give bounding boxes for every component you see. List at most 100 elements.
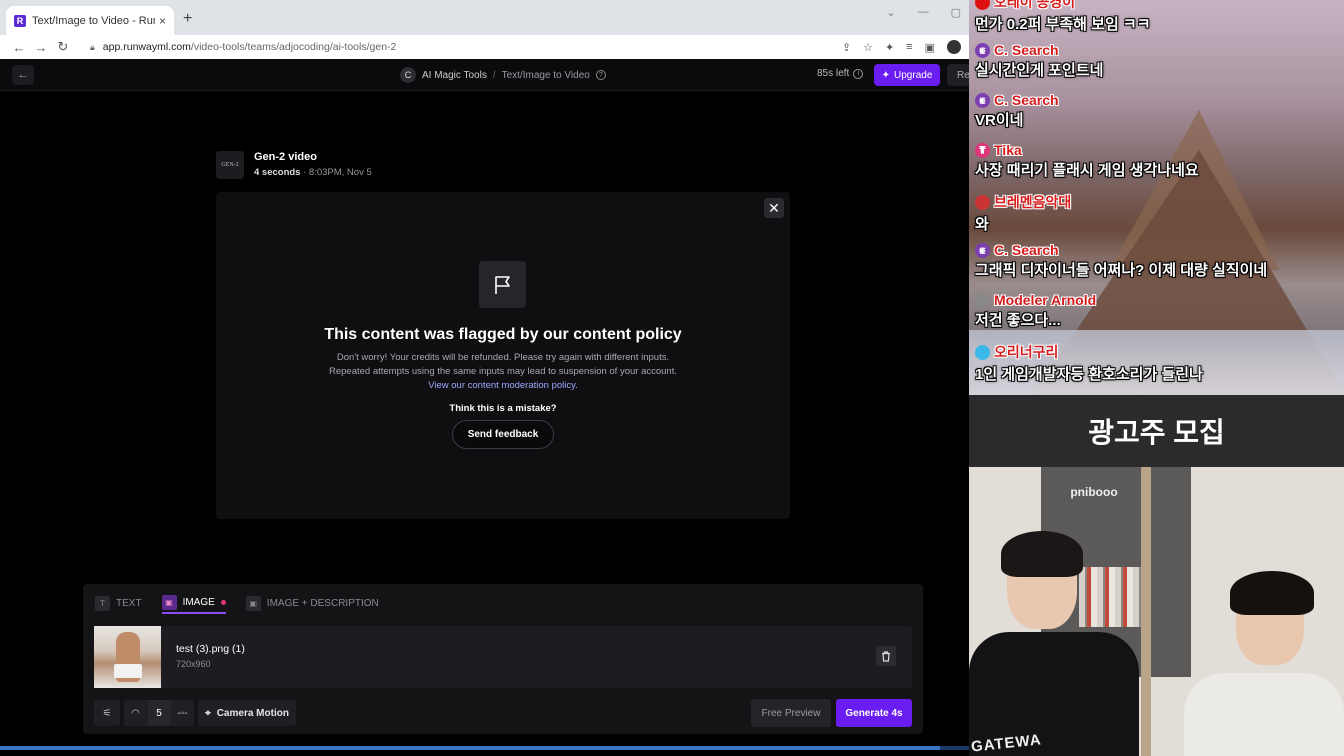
playlist-icon[interactable]: ≡ (906, 41, 912, 53)
profile-avatar[interactable] (947, 40, 961, 54)
tab-image-label: IMAGE (182, 596, 215, 608)
motion-value[interactable]: 5 (147, 700, 171, 726)
crumb-separator: / (492, 69, 496, 81)
address-bar[interactable]: 🔒︎ app.runwayml.com/video-tools/teams/ad… (90, 41, 842, 53)
tab-image-description-label: IMAGE + DESCRIPTION (266, 597, 379, 609)
maximize-icon[interactable]: ▢ (951, 6, 961, 19)
chat-message: 브레멘음악대 와 (975, 192, 1071, 234)
forward-arrow-icon[interactable]: → (30, 40, 52, 55)
tab-strip: R Text/Image to Video - Runway × + ⌄ — ▢ (0, 0, 969, 35)
browser-toolbar: ← → ↻ 🔒︎ app.runwayml.com/video-tools/te… (0, 35, 969, 59)
image-mode-icon: ▣ (161, 594, 177, 610)
moderation-policy-link[interactable]: View our content moderation policy. (428, 380, 578, 391)
url-path: /video-tools/teams/adjocoding/ai-tools/g… (190, 41, 397, 53)
flagged-content-card: ✕ This content was flagged by our conten… (216, 192, 790, 519)
share-icon[interactable]: ⇪ (842, 41, 851, 54)
settings-sliders-button[interactable]: ⚟ (94, 700, 120, 726)
upgrade-label: Upgrade (894, 69, 933, 81)
chat-username-text: 브레멘음악대 (994, 194, 1072, 210)
send-feedback-button[interactable]: Send feedback (452, 420, 554, 449)
streamer-left (969, 531, 1139, 756)
close-icon[interactable]: ✕ (764, 198, 784, 218)
video-progress-bar[interactable] (0, 746, 969, 750)
camera-motion-icon: ⌖ (205, 707, 211, 719)
chat-text: 저건 좋으다... (975, 312, 1061, 329)
webcam-feed: pnibooo GATEWA (969, 467, 1344, 756)
delete-image-button[interactable] (876, 646, 896, 666)
upgrade-button[interactable]: ✦ Upgrade (874, 64, 940, 86)
chat-text: 사장 때리기 플래시 게임 생각나네요 (975, 162, 1199, 179)
chat-message: T Tika 사장 때리기 플래시 게임 생각나네요 (975, 142, 1199, 180)
new-tab-icon[interactable]: + (183, 10, 192, 28)
flag-body-text: Don't worry! Your credits will be refund… (328, 352, 677, 377)
extensions-icon[interactable]: ✦ (885, 41, 894, 54)
chat-avatar (975, 344, 990, 360)
ad-banner: 광고주 모집 (969, 395, 1344, 467)
chat-username-text: 오레이 공경이 (994, 0, 1076, 10)
streamer-right-body (1184, 673, 1344, 756)
streamer-left-hair (1001, 531, 1083, 577)
camera-motion-button[interactable]: ⌖ Camera Motion (198, 700, 296, 726)
credits-left: 85s left i (817, 68, 864, 79)
flag-message: Don't worry! Your credits will be refund… (323, 351, 683, 393)
url-text: app.runwayml.com/video-tools/teams/adjoc… (103, 41, 397, 53)
help-icon[interactable]: ? (595, 70, 606, 80)
chat-text: VR이네 (975, 112, 1024, 129)
star-icon[interactable]: ☆ (863, 41, 873, 54)
app-back-button[interactable]: ← (12, 65, 34, 85)
generation-subtitle: 4 seconds · 8:03PM, Nov 5 (254, 167, 372, 178)
chat-avatar: c (975, 242, 990, 258)
mistake-prompt: Think this is a mistake? (449, 403, 557, 414)
tab-title: Text/Image to Video - Runway (32, 14, 155, 27)
chat-username: c C. Search (975, 42, 1103, 58)
credits-text: 85s left (817, 68, 850, 79)
chat-text: 먼가 0.2퍼 부족해 보임 ㅋㅋ (975, 16, 1151, 33)
sliders-icon: ⚟ (102, 707, 112, 719)
active-indicator-dot (220, 599, 226, 605)
sparkle-icon: ✦ (881, 69, 891, 81)
mode-tabs: T TEXT ▣ IMAGE ▣ IMAGE + DESCRIPTION (95, 592, 379, 614)
chevron-down-icon[interactable]: ⌄ (886, 6, 895, 19)
chat-avatar: c (975, 42, 990, 58)
sidepanel-icon[interactable]: ▣ (925, 41, 935, 54)
thumbnail-shorts (114, 664, 142, 678)
chat-message: c C. Search VR이네 (975, 92, 1059, 130)
shelf-bracket (1141, 467, 1151, 756)
uploaded-image-row: test (3).png (1) 720x960 (94, 626, 912, 688)
chat-message: Modeler Arnold 저건 좋으다... (975, 292, 1096, 330)
motion-gauge-icon[interactable]: ◠ (124, 708, 147, 719)
chat-username-text: C. Search (994, 242, 1059, 258)
image-description-mode-icon: ▣ (245, 595, 261, 611)
camera-motion-label: Camera Motion (216, 707, 289, 719)
streamer-right (1184, 571, 1344, 756)
app-header: ← C AI Magic Tools / Text/Image to Video… (0, 59, 977, 91)
free-preview-button[interactable]: Free Preview (751, 699, 831, 727)
tab-text[interactable]: T TEXT (95, 592, 142, 614)
url-host: app.runwayml.com (102, 41, 191, 53)
chat-message: 오레이 공경이 먼가 0.2퍼 부족해 보임 ㅋㅋ (975, 0, 1151, 34)
back-arrow-icon[interactable]: ← (8, 40, 30, 55)
workspace-avatar[interactable]: C (400, 67, 416, 83)
generate-button[interactable]: Generate 4s (836, 699, 912, 727)
motion-adjust-icon[interactable]: -◦- (171, 708, 194, 719)
reload-icon[interactable]: ↻ (52, 39, 74, 55)
chat-text: 실시간인게 포인트네 (975, 62, 1104, 79)
tab-image-description[interactable]: ▣ IMAGE + DESCRIPTION (245, 592, 379, 614)
streamer-right-hair (1230, 571, 1314, 615)
browser-tab[interactable]: R Text/Image to Video - Runway × (6, 6, 174, 35)
chat-username: Modeler Arnold (975, 292, 1096, 308)
minimize-icon[interactable]: — (918, 6, 929, 19)
crumb-ai-magic-tools[interactable]: AI Magic Tools (422, 70, 487, 81)
file-name: test (3).png (1) (176, 643, 245, 655)
chat-username-text: Tika (994, 142, 1022, 158)
info-icon[interactable]: i (853, 68, 864, 79)
flag-icon (479, 261, 526, 308)
chat-avatar: c (975, 92, 990, 108)
breadcrumb: C AI Magic Tools / Text/Image to Video ? (400, 67, 606, 83)
screen: R Text/Image to Video - Runway × + ⌄ — ▢… (0, 0, 1344, 756)
chat-text: 와 (975, 216, 989, 233)
chat-username: 브레멘음악대 (975, 192, 1071, 212)
chat-message: c C. Search 그래픽 디자이너들 어쩌나? 이제 대량 실직이네 (975, 242, 1267, 280)
tab-image[interactable]: ▣ IMAGE (161, 592, 226, 614)
tab-close-icon[interactable]: × (159, 14, 166, 28)
